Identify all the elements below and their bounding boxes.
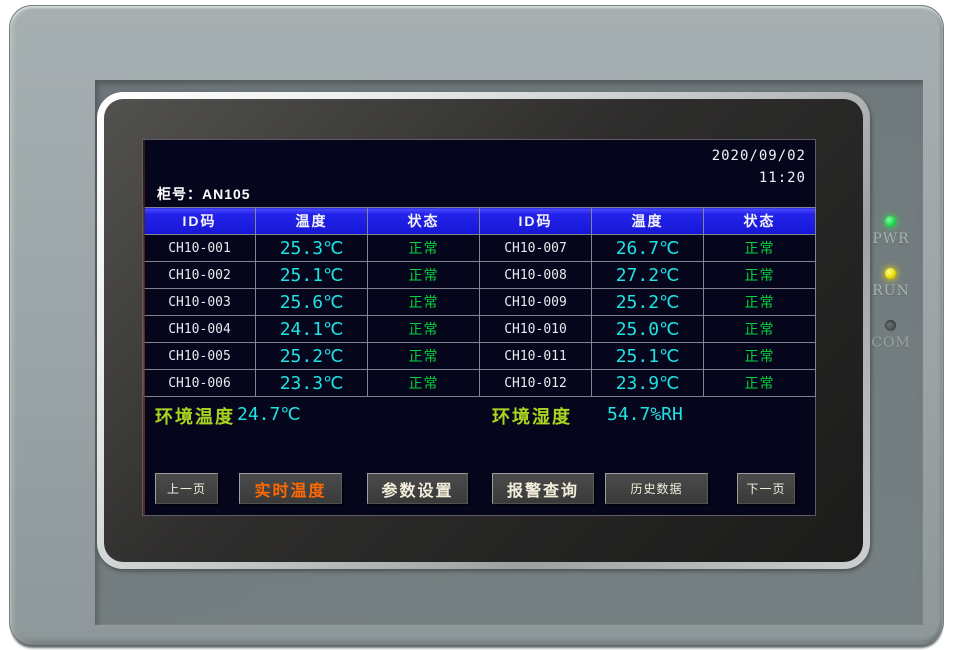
ambient-temperature-value: 24.7℃: [237, 404, 301, 425]
table-row: CH10-001 25.3℃ 正常 CH10-007 26.7℃ 正常: [144, 235, 816, 262]
temperature-cell: 27.2℃: [592, 262, 704, 289]
temperature-cell: 25.1℃: [256, 262, 368, 289]
temperature-cell: 25.2℃: [256, 343, 368, 370]
channel-id-cell: CH10-012: [480, 370, 592, 397]
ambient-humidity-label: 环境湿度: [492, 403, 572, 429]
temperature-cell: 23.9℃: [592, 370, 704, 397]
run-led-icon: [885, 268, 896, 279]
status-cell: 正常: [368, 370, 480, 397]
temperature-cell: 25.6℃: [256, 289, 368, 316]
datetime-display: 2020/09/02 11:20: [712, 145, 806, 189]
power-led-label: PWR: [869, 231, 913, 247]
channel-id-cell: CH10-011: [480, 343, 592, 370]
date-text: 2020/09/02: [712, 145, 806, 167]
temperature-cell: 26.7℃: [592, 235, 704, 262]
temperature-table: ID码 温度 状态 ID码 温度 状态 CH10-001 25.3℃ 正常 CH…: [143, 207, 816, 397]
ambient-humidity-value: 54.7%RH: [607, 404, 683, 425]
header-status-2: 状态: [704, 208, 816, 235]
com-led-icon: [885, 320, 896, 331]
run-led-label: RUN: [869, 283, 913, 299]
header-temp-2: 温度: [592, 208, 704, 235]
status-cell: 正常: [704, 235, 816, 262]
table-row: CH10-005 25.2℃ 正常 CH10-011 25.1℃ 正常: [144, 343, 816, 370]
channel-id-cell: CH10-005: [144, 343, 256, 370]
status-cell: 正常: [704, 370, 816, 397]
channel-id-cell: CH10-001: [144, 235, 256, 262]
temperature-cell: 25.2℃: [592, 289, 704, 316]
channel-id-cell: CH10-002: [144, 262, 256, 289]
next-page-button[interactable]: 下一页: [737, 473, 795, 504]
temperature-cell: 25.1℃: [592, 343, 704, 370]
status-cell: 正常: [704, 316, 816, 343]
header-status-1: 状态: [368, 208, 480, 235]
status-cell: 正常: [368, 289, 480, 316]
status-cell: 正常: [368, 316, 480, 343]
channel-id-cell: CH10-006: [144, 370, 256, 397]
prev-page-button[interactable]: 上一页: [155, 473, 218, 504]
status-cell: 正常: [368, 235, 480, 262]
realtime-temperature-button[interactable]: 实时温度: [239, 473, 342, 504]
table-header-row: ID码 温度 状态 ID码 温度 状态: [144, 208, 816, 235]
temperature-cell: 25.3℃: [256, 235, 368, 262]
com-led-label: COM: [869, 335, 913, 351]
header-id-2: ID码: [480, 208, 592, 235]
status-cell: 正常: [704, 262, 816, 289]
header-id-1: ID码: [144, 208, 256, 235]
power-led-icon: [885, 216, 896, 227]
parameter-settings-button[interactable]: 参数设置: [367, 473, 468, 504]
time-text: 11:20: [712, 167, 806, 189]
temperature-cell: 25.0℃: [592, 316, 704, 343]
table-row: CH10-002 25.1℃ 正常 CH10-008 27.2℃ 正常: [144, 262, 816, 289]
status-cell: 正常: [368, 262, 480, 289]
table-row: CH10-003 25.6℃ 正常 CH10-009 25.2℃ 正常: [144, 289, 816, 316]
channel-id-cell: CH10-010: [480, 316, 592, 343]
ambient-temperature-label: 环境温度: [155, 403, 235, 429]
channel-id-cell: CH10-007: [480, 235, 592, 262]
temperature-cell: 24.1℃: [256, 316, 368, 343]
status-cell: 正常: [704, 343, 816, 370]
history-data-button[interactable]: 历史数据: [605, 473, 708, 504]
channel-id-cell: CH10-009: [480, 289, 592, 316]
alarm-query-button[interactable]: 报警查询: [492, 473, 594, 504]
table-row: CH10-006 23.3℃ 正常 CH10-012 23.9℃ 正常: [144, 370, 816, 397]
temperature-cell: 23.3℃: [256, 370, 368, 397]
table-row: CH10-004 24.1℃ 正常 CH10-010 25.0℃ 正常: [144, 316, 816, 343]
cabinet-number-label: 柜号：AN105: [157, 184, 251, 204]
status-cell: 正常: [368, 343, 480, 370]
channel-id-cell: CH10-008: [480, 262, 592, 289]
channel-id-cell: CH10-004: [144, 316, 256, 343]
lcd-screen: 2020/09/02 11:20 柜号：AN105 ID码 温度 状态 ID码 …: [143, 140, 815, 515]
status-cell: 正常: [704, 289, 816, 316]
header-temp-1: 温度: [256, 208, 368, 235]
channel-id-cell: CH10-003: [144, 289, 256, 316]
